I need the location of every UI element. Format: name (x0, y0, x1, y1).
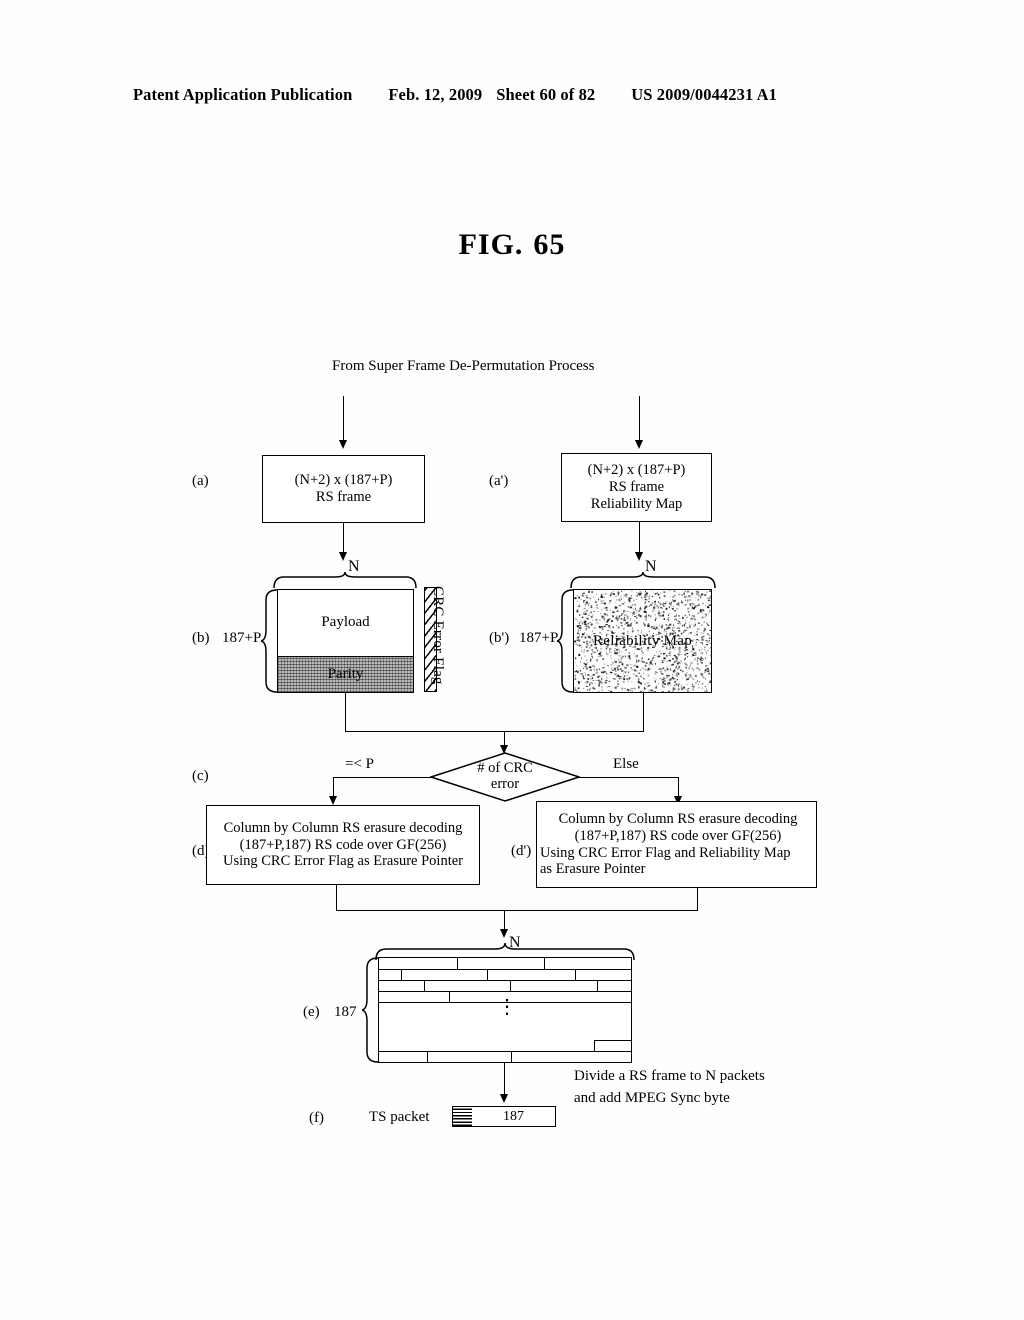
grid-row-line (379, 1051, 631, 1053)
crc-error-decision: # of CRC error (430, 752, 580, 802)
brace-left-b (261, 588, 278, 694)
branch-label-right: Else (613, 756, 639, 772)
grid-segment (575, 969, 577, 980)
rs-erasure-decoding-box: Column by Column RS erasure decoding (18… (206, 805, 480, 885)
figure-label: FIG. (458, 228, 524, 261)
rs-frame-payload-parity: Payload Parity (277, 589, 414, 693)
brace-left-e (362, 956, 379, 1064)
grid-segment (449, 991, 451, 1002)
d-line2: (187+P,187) RS code over GF(256) (239, 836, 447, 853)
divide-note-line1: Divide a RS frame to N packets (574, 1068, 765, 1084)
parity-region: Parity (278, 656, 413, 692)
arrow-head-to-a (338, 440, 347, 449)
payload-region: Payload (278, 590, 413, 655)
merge-line-b (345, 731, 644, 733)
source-caption: From Super Frame De-Permutation Process (332, 358, 595, 374)
grid-segment (424, 980, 426, 991)
arrow-line-to-a (343, 396, 345, 444)
header-sheet: Sheet 60 of 82 (496, 85, 596, 104)
rs-frame-rm-line3: Reliability Map (590, 495, 683, 512)
arrow-head-to-f (499, 1094, 508, 1103)
brace-left-b-prime (557, 588, 574, 694)
connector-d-prime-down (697, 888, 699, 911)
grid-segment (487, 969, 489, 980)
grid-segment (511, 1051, 513, 1062)
arrow-head-to-e (499, 929, 508, 938)
ts-packet-payload-block: 187 (472, 1106, 556, 1127)
brace-top-b (272, 572, 418, 589)
step-label-b-prime: (b') (489, 630, 510, 646)
vertical-ellipsis: ⋮ (497, 996, 517, 1018)
rs-frame-line2: RS frame (315, 489, 372, 505)
grid-segment (594, 1040, 596, 1051)
connector-e-to-f (504, 1063, 506, 1098)
row-label-b-prime: 187+P (519, 630, 559, 646)
step-label-a-prime: (a') (489, 473, 509, 489)
grid-segment (401, 969, 403, 980)
branch-line-left (333, 777, 431, 779)
header-publication: Patent Application Publication (133, 85, 353, 104)
grid-segment (457, 958, 459, 969)
connector-d-down (336, 885, 338, 911)
d-prime-line4: as Erasure Pointer (540, 861, 646, 878)
d-line1: Column by Column RS erasure decoding (223, 819, 463, 836)
grid-segment (597, 980, 599, 991)
connector-a-prime-to-b-prime (639, 522, 641, 556)
d-prime-line1: Column by Column RS erasure decoding (558, 811, 798, 828)
rs-frame-box: (N+2) x (187+P) RS frame (262, 455, 425, 523)
step-label-c: (c) (192, 768, 209, 784)
d-prime-line3: Using CRC Error Flag and Reliability Map (540, 844, 791, 861)
step-label-e: (e) (303, 1004, 320, 1020)
row-label-e: 187 (334, 1004, 357, 1020)
rs-frame-reliability-map-box: (N+2) x (187+P) RS frame Reliability Map (561, 453, 712, 522)
rs-frame-rm-line1: (N+2) x (187+P) (587, 462, 686, 479)
branch-line-right (579, 777, 679, 779)
grid-row-line (379, 969, 631, 971)
d-line3: Using CRC Error Flag as Erasure Pointer (222, 853, 464, 870)
arrow-line-to-a-prime (639, 396, 641, 444)
connector-b-down (345, 693, 347, 732)
payload-label: Payload (321, 614, 370, 630)
figure-title: FIG. 65 (0, 228, 1024, 262)
arrow-head-a-to-b (338, 552, 347, 561)
reliability-map-block: Reliability Map (573, 589, 712, 693)
mpeg-sync-byte-block (452, 1106, 473, 1127)
connector-b-prime-down (643, 693, 645, 732)
merge-line-d (336, 910, 698, 912)
header-patent-number: US 2009/0044231 A1 (631, 85, 777, 104)
step-label-f: (f) (309, 1110, 324, 1126)
branch-label-left: =< P (345, 756, 375, 772)
d-prime-line2: (187+P,187) RS code over GF(256) (574, 827, 782, 844)
page-header: Patent Application Publication Feb. 12, … (133, 85, 893, 111)
step-label-d-prime: (d') (511, 843, 532, 859)
crc-error-flag-label: CRC Error Flag (430, 586, 446, 685)
rs-erasure-decoding-reliability-box: Column by Column RS erasure decoding (18… (536, 801, 817, 888)
figure-number: 65 (533, 228, 566, 261)
grid-row-line (594, 1040, 631, 1042)
step-label-a: (a) (192, 473, 209, 489)
grid-row-line (379, 980, 631, 982)
brace-top-b-prime (569, 572, 717, 589)
step-label-b: (b) (192, 630, 210, 646)
divide-note-line2: and add MPEG Sync byte (574, 1090, 730, 1106)
patent-page: Patent Application Publication Feb. 12, … (0, 0, 1024, 1320)
arrow-head-a-prime-to-b-prime (634, 552, 643, 561)
grid-row-line (379, 991, 631, 993)
grid-segment (510, 980, 512, 991)
parity-label: Parity (327, 666, 364, 682)
rs-frame-rm-line2: RS frame (608, 479, 665, 496)
row-label-b: 187+P (222, 630, 262, 646)
grid-segment (544, 958, 546, 969)
header-date: Feb. 12, 2009 (388, 85, 483, 104)
arrow-head-branch-left (328, 796, 337, 805)
rs-frame-line1: (N+2) x (187+P) (294, 472, 393, 489)
ts-packet-payload-size: 187 (503, 1108, 524, 1124)
arrow-head-to-a-prime (634, 440, 643, 449)
grid-segment (427, 1051, 429, 1062)
reliability-map-label: Reliability Map (592, 632, 693, 649)
ts-packet-label: TS packet (369, 1109, 430, 1125)
